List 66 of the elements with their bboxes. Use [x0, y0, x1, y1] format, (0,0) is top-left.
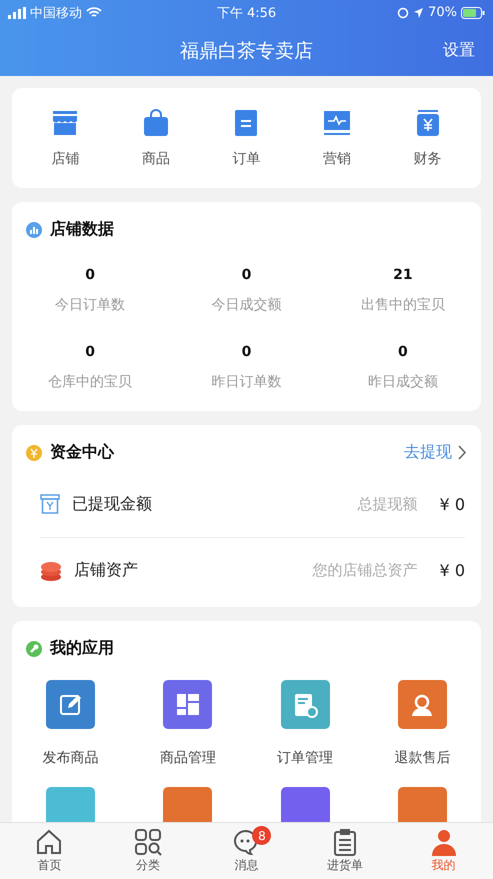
quick-menu-label[interactable]: 营销 — [323, 150, 352, 168]
section-title: 资金中心 — [50, 442, 116, 463]
stat-value: 0 — [85, 267, 96, 283]
fund-label: 已提现金额 — [72, 494, 153, 514]
app-label: 商品管理 — [160, 749, 216, 767]
app-tile[interactable] — [163, 787, 212, 822]
signal-icon — [8, 6, 26, 18]
app-tile[interactable] — [280, 680, 330, 729]
app-tile[interactable] — [398, 787, 447, 822]
stat-label: 今日订单数 — [55, 296, 126, 314]
section-title: 店铺数据 — [50, 219, 115, 240]
quick-menu-label[interactable]: 商品 — [142, 150, 170, 168]
person-icon — [430, 828, 458, 856]
wifi-icon — [86, 6, 102, 18]
stat-label: 出售中的宝贝 — [360, 296, 445, 314]
stat-value: 0 — [85, 344, 96, 360]
quick-menu-label[interactable]: 财务 — [414, 150, 442, 168]
stat-label: 仓库中的宝贝 — [48, 373, 132, 391]
app-tile[interactable] — [398, 680, 447, 729]
settings-link[interactable]: 设置 — [443, 40, 475, 61]
fund-amount: ¥ 0 — [440, 494, 465, 514]
carrier-name: 中国移动 — [30, 4, 82, 22]
fund-hint: 总提现额 — [358, 494, 418, 514]
stat-value: 0 — [398, 344, 408, 360]
quick-menu-label[interactable]: 店铺 — [51, 150, 80, 168]
app-tile[interactable] — [46, 787, 96, 822]
store-title: 福鼎白茶专卖店 — [180, 38, 313, 64]
tab-item[interactable]: 首页 — [9, 823, 90, 879]
withdraw-box-icon — [40, 494, 60, 514]
stat-value: 0 — [242, 344, 252, 360]
quick-menu-label[interactable]: 订单 — [232, 150, 260, 168]
grid-icon — [134, 828, 162, 856]
battery-percent: 70% — [428, 5, 458, 20]
section-title: 我的应用 — [50, 638, 115, 659]
chevron-right-icon — [458, 445, 467, 460]
unread-badge: 8 — [252, 826, 272, 845]
stat-value: 0 — [242, 267, 252, 283]
battery-icon — [461, 6, 486, 18]
fund-hint: 您的店铺总资产 — [312, 561, 418, 580]
wrench-icon — [26, 640, 42, 656]
monitor-pulse-icon — [322, 108, 352, 138]
stat-label: 昨日成交额 — [368, 373, 438, 391]
coin-icon — [26, 444, 42, 460]
fund-amount: ¥ 0 — [440, 561, 465, 580]
location-icon — [413, 6, 424, 18]
document-gear-icon — [292, 692, 318, 718]
tab-item[interactable]: 消息 8 — [206, 823, 286, 879]
app-label: 发布商品 — [42, 749, 99, 767]
app-tile[interactable] — [46, 680, 96, 729]
stat-label: 昨日订单数 — [211, 373, 282, 391]
status-time: 下午 4:56 — [216, 4, 276, 22]
app-label: 退款售后 — [394, 749, 450, 767]
chart-badge-icon — [26, 222, 42, 238]
stat-value: 21 — [393, 267, 413, 283]
tab-item[interactable]: 进货单 — [305, 823, 386, 879]
app-label: 订单管理 — [277, 749, 334, 767]
tab-item[interactable]: 我的 — [404, 823, 484, 879]
coin-stack-icon — [40, 560, 62, 582]
layout-icon — [174, 692, 201, 718]
orientation-lock-icon — [397, 6, 410, 18]
stat-label: 今日成交额 — [211, 296, 282, 314]
fund-label: 店铺资产 — [74, 560, 139, 581]
home-icon — [35, 828, 64, 856]
app-tile[interactable] — [280, 787, 330, 822]
tab-item[interactable]: 分类 — [108, 823, 188, 879]
app-tile[interactable] — [163, 680, 212, 729]
